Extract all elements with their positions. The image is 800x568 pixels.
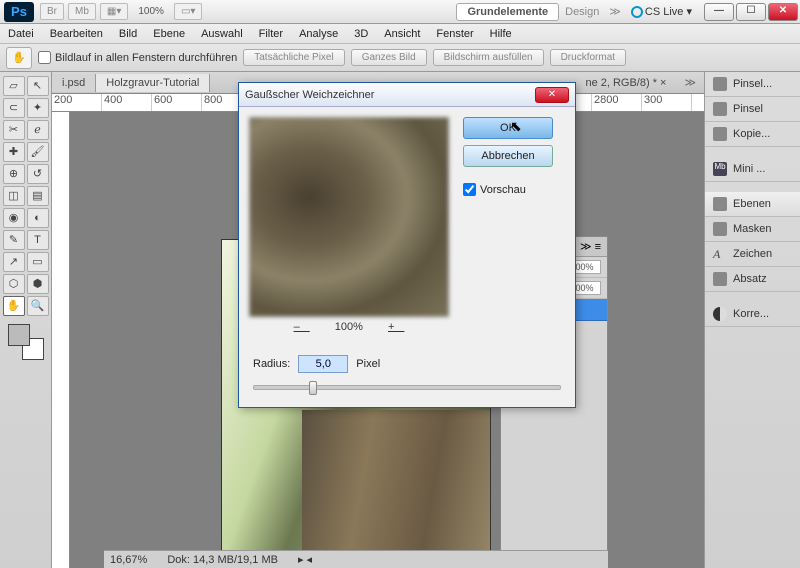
dialog-close-button[interactable]: ✕	[535, 87, 569, 103]
panel-zeichen[interactable]: AZeichen	[705, 242, 800, 267]
lasso-tool[interactable]: ⊂	[3, 98, 25, 118]
wand-tool[interactable]: ✦	[27, 98, 49, 118]
menu-bearbeiten[interactable]: Bearbeiten	[50, 28, 103, 40]
slider-thumb[interactable]	[309, 381, 317, 395]
tab-overflow[interactable]: ≫	[676, 73, 704, 92]
menu-hilfe[interactable]: Hilfe	[490, 28, 512, 40]
ruler-vertical	[52, 112, 70, 568]
status-zoom[interactable]: 16,67%	[110, 554, 147, 566]
hand-tool-icon[interactable]: ✋	[6, 47, 32, 69]
screen-mode-button[interactable]: ▭▾	[174, 3, 202, 20]
actual-pixels-button[interactable]: Tatsächliche Pixel	[243, 49, 344, 66]
panel-minibridge[interactable]: MbMini ...	[705, 157, 800, 182]
fit-screen-button[interactable]: Ganzes Bild	[351, 49, 427, 66]
cslive-button[interactable]: CS Live ▾	[631, 5, 692, 18]
preview-zoom: 100%	[335, 321, 363, 333]
zoom-level[interactable]: 100%	[138, 6, 164, 17]
blur-tool[interactable]: ◉	[3, 208, 25, 228]
eyedropper-tool[interactable]: ℯ	[27, 120, 49, 140]
maximize-button[interactable]: ☐	[736, 3, 766, 21]
color-swatch[interactable]	[8, 324, 44, 360]
zoom-in-button[interactable]: +	[388, 321, 404, 333]
type-tool[interactable]: T	[27, 230, 49, 250]
panel-kopie[interactable]: Kopie...	[705, 122, 800, 147]
radius-unit: Pixel	[356, 358, 380, 370]
doc-tab-2[interactable]: Holzgravur-Tutorial	[96, 74, 210, 92]
eraser-tool[interactable]: ◫	[3, 186, 25, 206]
panel-masken[interactable]: Masken	[705, 217, 800, 242]
panel-absatz[interactable]: Absatz	[705, 267, 800, 292]
heal-tool[interactable]: ✚	[3, 142, 25, 162]
shape-tool[interactable]: ▭	[27, 252, 49, 272]
status-docsize: Dok: 14,3 MB/19,1 MB	[167, 554, 278, 566]
zoom-out-button[interactable]: –	[294, 321, 310, 333]
cancel-button[interactable]: Abbrechen	[463, 145, 553, 167]
gaussian-blur-dialog: Gaußscher Weichzeichner ✕ – 100% + OK Ab…	[238, 82, 576, 408]
menu-filter[interactable]: Filter	[259, 28, 283, 40]
menu-bild[interactable]: Bild	[119, 28, 137, 40]
doc-tab-1[interactable]: i.psd	[52, 74, 96, 92]
panel-dock: Pinsel... Pinsel Kopie... MbMini ... Ebe…	[704, 72, 800, 568]
toolbox: ▱↖ ⊂✦ ✂ℯ ✚🖌 ⊕↺ ◫▤ ◉◐ ✎T ↗▭ ⬡⬢ ✋🔍	[0, 72, 52, 568]
brush-tool[interactable]: 🖌	[27, 142, 49, 162]
panel-pinselvorgaben[interactable]: Pinsel...	[705, 72, 800, 97]
arrange-button[interactable]: ▦▾	[100, 3, 128, 20]
preview-checkbox[interactable]: Vorschau	[463, 183, 553, 196]
menu-fenster[interactable]: Fenster	[436, 28, 473, 40]
menu-auswahl[interactable]: Auswahl	[201, 28, 243, 40]
scroll-all-checkbox[interactable]: Bildlauf in allen Fenstern durchführen	[38, 51, 237, 64]
dialog-title: Gaußscher Weichzeichner	[245, 89, 374, 101]
gradient-tool[interactable]: ▤	[27, 186, 49, 206]
3d-cam-tool[interactable]: ⬢	[27, 274, 49, 294]
radius-label: Radius:	[253, 358, 290, 370]
hand-tool[interactable]: ✋	[3, 296, 25, 316]
menubar: Datei Bearbeiten Bild Ebene Auswahl Filt…	[0, 24, 800, 44]
app-logo: Ps	[4, 2, 34, 22]
workspace-more[interactable]: ≫	[609, 5, 621, 18]
menu-ansicht[interactable]: Ansicht	[384, 28, 420, 40]
panel-ebenen[interactable]: Ebenen	[705, 192, 800, 217]
crop-tool[interactable]: ✂	[3, 120, 25, 140]
select-tool[interactable]: ↖	[27, 76, 49, 96]
bridge-button[interactable]: Br	[40, 3, 64, 20]
ok-button[interactable]: OK	[463, 117, 553, 139]
menu-ebene[interactable]: Ebene	[153, 28, 185, 40]
filter-preview[interactable]	[249, 117, 449, 317]
zoom-tool[interactable]: 🔍	[27, 296, 49, 316]
workspace-design[interactable]: Design	[565, 6, 599, 18]
panel-korrekturen[interactable]: Korre...	[705, 302, 800, 327]
menu-datei[interactable]: Datei	[8, 28, 34, 40]
stamp-tool[interactable]: ⊕	[3, 164, 25, 184]
doc-tab-3[interactable]: ne 2, RGB/8) * ×	[575, 74, 676, 92]
minibridge-button[interactable]: Mb	[68, 3, 96, 20]
fill-screen-button[interactable]: Bildschirm ausfüllen	[433, 49, 544, 66]
minimize-button[interactable]: —	[704, 3, 734, 21]
close-button[interactable]: ✕	[768, 3, 798, 21]
3d-tool[interactable]: ⬡	[3, 274, 25, 294]
menu-analyse[interactable]: Analyse	[299, 28, 338, 40]
history-tool[interactable]: ↺	[27, 164, 49, 184]
path-tool[interactable]: ↗	[3, 252, 25, 272]
radius-input[interactable]	[298, 355, 348, 373]
pen-tool[interactable]: ✎	[3, 230, 25, 250]
radius-slider[interactable]	[253, 385, 561, 390]
dodge-tool[interactable]: ◐	[27, 208, 49, 228]
print-size-button[interactable]: Druckformat	[550, 49, 626, 66]
move-tool[interactable]: ▱	[3, 76, 25, 96]
menu-3d[interactable]: 3D	[354, 28, 368, 40]
workspace-grundelemente[interactable]: Grundelemente	[456, 3, 559, 21]
panel-pinsel[interactable]: Pinsel	[705, 97, 800, 122]
